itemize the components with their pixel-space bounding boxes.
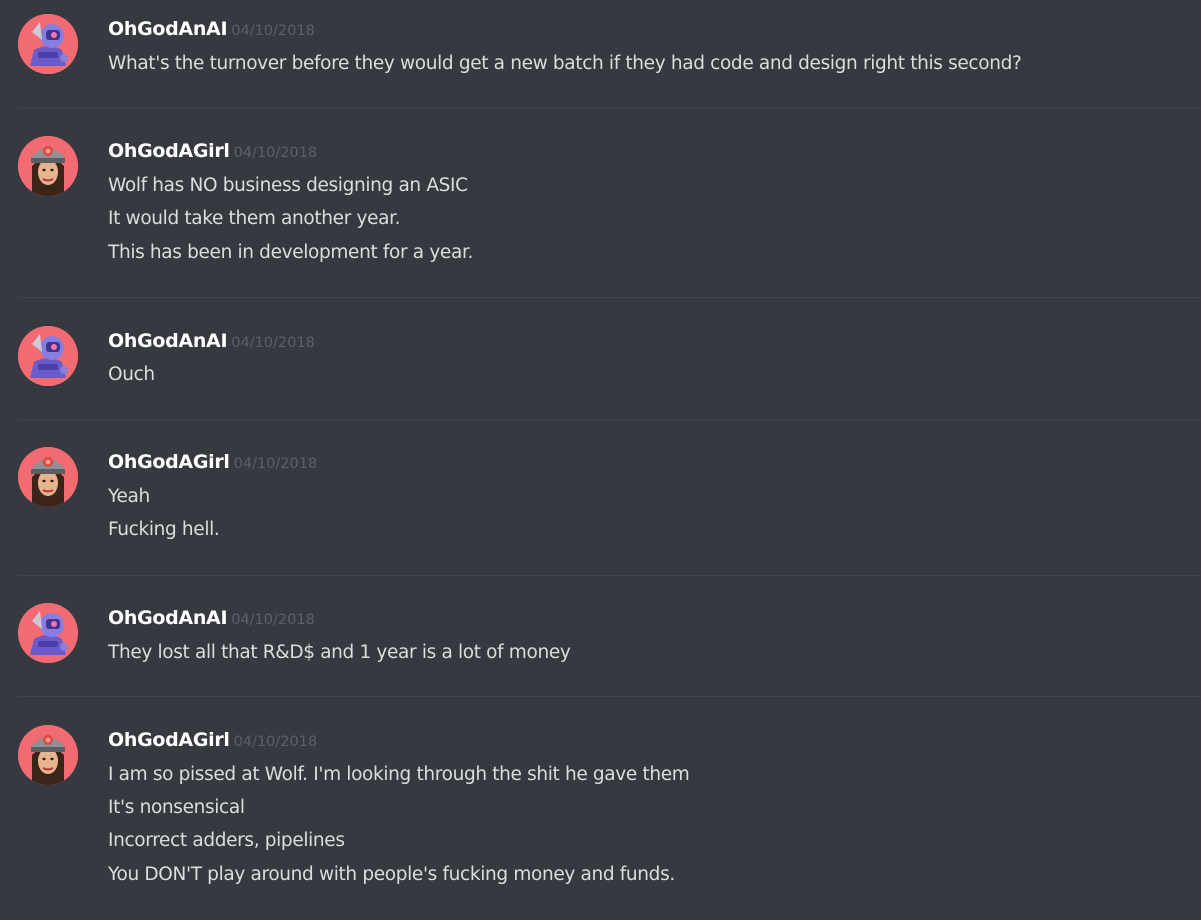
message-divider bbox=[18, 108, 1201, 109]
chat-message-list: OhGodAnAI 04/10/2018 What's the turnover … bbox=[0, 0, 1201, 920]
message-divider bbox=[18, 696, 1201, 697]
message-text: Yeah bbox=[108, 486, 150, 507]
message-text: They lost all that R&D$ and 1 year is a … bbox=[108, 642, 571, 663]
message-text: Incorrect adders, pipelines bbox=[108, 830, 345, 851]
message-text: This has been in development for a year. bbox=[108, 242, 474, 263]
message-header: OhGodAGirl 04/10/2018 bbox=[108, 451, 317, 475]
girl-avatar-icon bbox=[18, 725, 78, 785]
robot-avatar[interactable] bbox=[18, 603, 78, 663]
robot-avatar-icon bbox=[18, 326, 78, 386]
username[interactable]: OhGodAnAI bbox=[108, 607, 228, 629]
username[interactable]: OhGodAGirl bbox=[108, 729, 230, 751]
girl-avatar[interactable] bbox=[18, 136, 78, 196]
timestamp: 04/10/2018 bbox=[233, 734, 318, 750]
message-text: It's nonsensical bbox=[108, 797, 245, 818]
robot-avatar-icon bbox=[18, 14, 78, 74]
timestamp: 04/10/2018 bbox=[233, 456, 318, 472]
username[interactable]: OhGodAGirl bbox=[108, 451, 230, 473]
message-header: OhGodAnAI 04/10/2018 bbox=[108, 607, 315, 631]
girl-avatar[interactable] bbox=[18, 725, 78, 785]
robot-avatar[interactable] bbox=[18, 326, 78, 386]
timestamp: 04/10/2018 bbox=[231, 23, 315, 39]
message-divider bbox=[18, 575, 1201, 576]
message-text: It would take them another year. bbox=[108, 208, 401, 229]
message-divider bbox=[18, 297, 1201, 298]
message-header: OhGodAGirl 04/10/2018 bbox=[108, 140, 317, 164]
message-divider bbox=[18, 419, 1201, 420]
message-text: You DON'T play around with people's fuck… bbox=[108, 864, 675, 885]
timestamp: 04/10/2018 bbox=[233, 145, 318, 161]
timestamp: 04/10/2018 bbox=[231, 612, 315, 628]
username[interactable]: OhGodAnAI bbox=[108, 330, 228, 352]
username[interactable]: OhGodAnAI bbox=[108, 18, 228, 40]
girl-avatar-icon bbox=[18, 136, 78, 196]
message-header: OhGodAnAI 04/10/2018 bbox=[108, 18, 315, 42]
girl-avatar[interactable] bbox=[18, 447, 78, 507]
timestamp: 04/10/2018 bbox=[231, 335, 315, 351]
robot-avatar-icon bbox=[18, 603, 78, 663]
message-text: I am so pissed at Wolf. I'm looking thro… bbox=[108, 764, 690, 785]
message-text: Wolf has NO business designing an ASIC bbox=[108, 175, 468, 196]
message-text: Ouch bbox=[108, 364, 155, 385]
username[interactable]: OhGodAGirl bbox=[108, 140, 230, 162]
message-text: What's the turnover before they would ge… bbox=[108, 53, 1022, 74]
message-header: OhGodAnAI 04/10/2018 bbox=[108, 330, 315, 354]
girl-avatar-icon bbox=[18, 447, 78, 507]
message-text: Fucking hell. bbox=[108, 519, 220, 540]
message-header: OhGodAGirl 04/10/2018 bbox=[108, 729, 317, 753]
robot-avatar[interactable] bbox=[18, 14, 78, 74]
